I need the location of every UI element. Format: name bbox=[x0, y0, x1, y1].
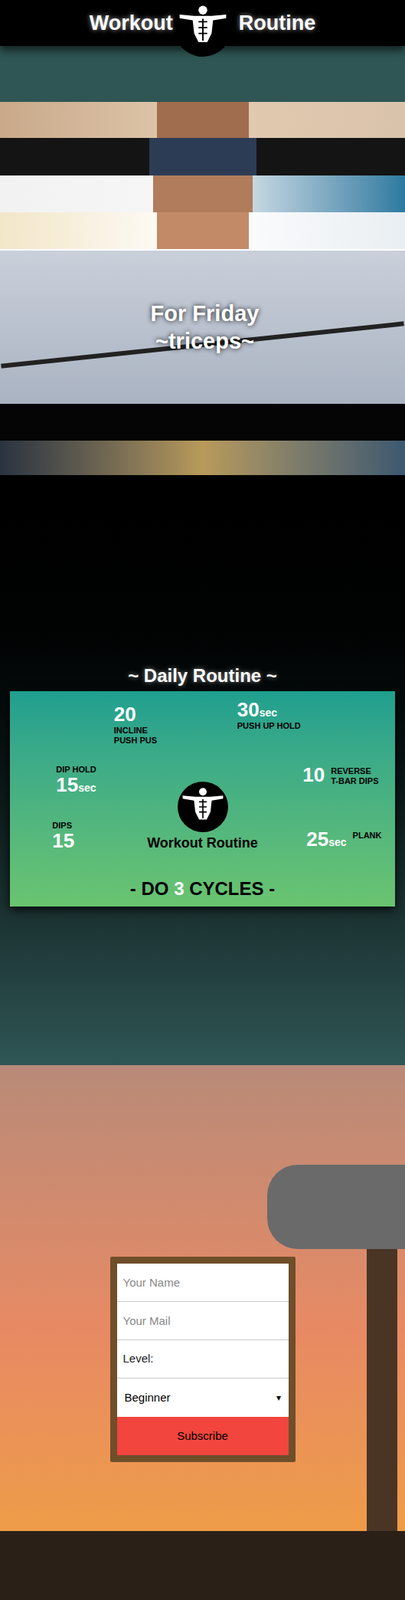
subscribe-button[interactable]: Subscribe bbox=[117, 1415, 289, 1454]
subscribe-section: Level:Beginner▾Subscribe bbox=[0, 1064, 405, 1599]
mail-input[interactable] bbox=[117, 1300, 289, 1340]
routine-step: DIP HOLD15sec bbox=[55, 764, 96, 794]
header: Workout Routine bbox=[0, 0, 405, 46]
name-input[interactable] bbox=[117, 1262, 289, 1301]
routine-title: ~ Daily Routine ~ bbox=[127, 663, 278, 688]
header-title-right: Routine bbox=[238, 7, 317, 40]
hero: For Friday~triceps~ bbox=[0, 45, 405, 475]
routine-footer: - DO 3 CYCLES - bbox=[9, 876, 396, 900]
routine-card: 20INCLINE PUSH PUS 30secPUSH UP HOLD 10REV… bbox=[9, 690, 396, 906]
subscribe-form: Level:Beginner▾Subscribe bbox=[110, 1255, 296, 1461]
level-label: Level: bbox=[117, 1339, 289, 1378]
header-logo bbox=[173, 0, 232, 57]
hero-title: For Friday~triceps~ bbox=[146, 299, 260, 356]
routine-step: DIPS15 bbox=[52, 819, 75, 850]
routine-brand: Workout Routine bbox=[146, 832, 259, 852]
dropdown-arrow-icon: ▾ bbox=[276, 1389, 281, 1404]
level-select[interactable]: Beginner▾ bbox=[117, 1377, 289, 1416]
header-title-left: Workout bbox=[89, 7, 174, 40]
logo-icon bbox=[177, 780, 229, 832]
daily-routine: ~ Daily Routine ~ 20INCLINE PUSH PUS 30sec… bbox=[0, 474, 405, 1065]
routine-step: 20INCLINE PUSH PUS bbox=[114, 703, 157, 745]
routine-step: 10REVERSE T-BAR DIPS bbox=[302, 764, 379, 786]
routine-step: 30secPUSH UP HOLD bbox=[237, 698, 301, 731]
logo-icon bbox=[173, 0, 232, 57]
page: Workout Routine For Friday~triceps~ ~ Daily… bbox=[0, 0, 405, 1599]
hero-photo: For Friday~triceps~ bbox=[0, 250, 405, 404]
routine-step: 25secPLANK bbox=[306, 828, 382, 849]
